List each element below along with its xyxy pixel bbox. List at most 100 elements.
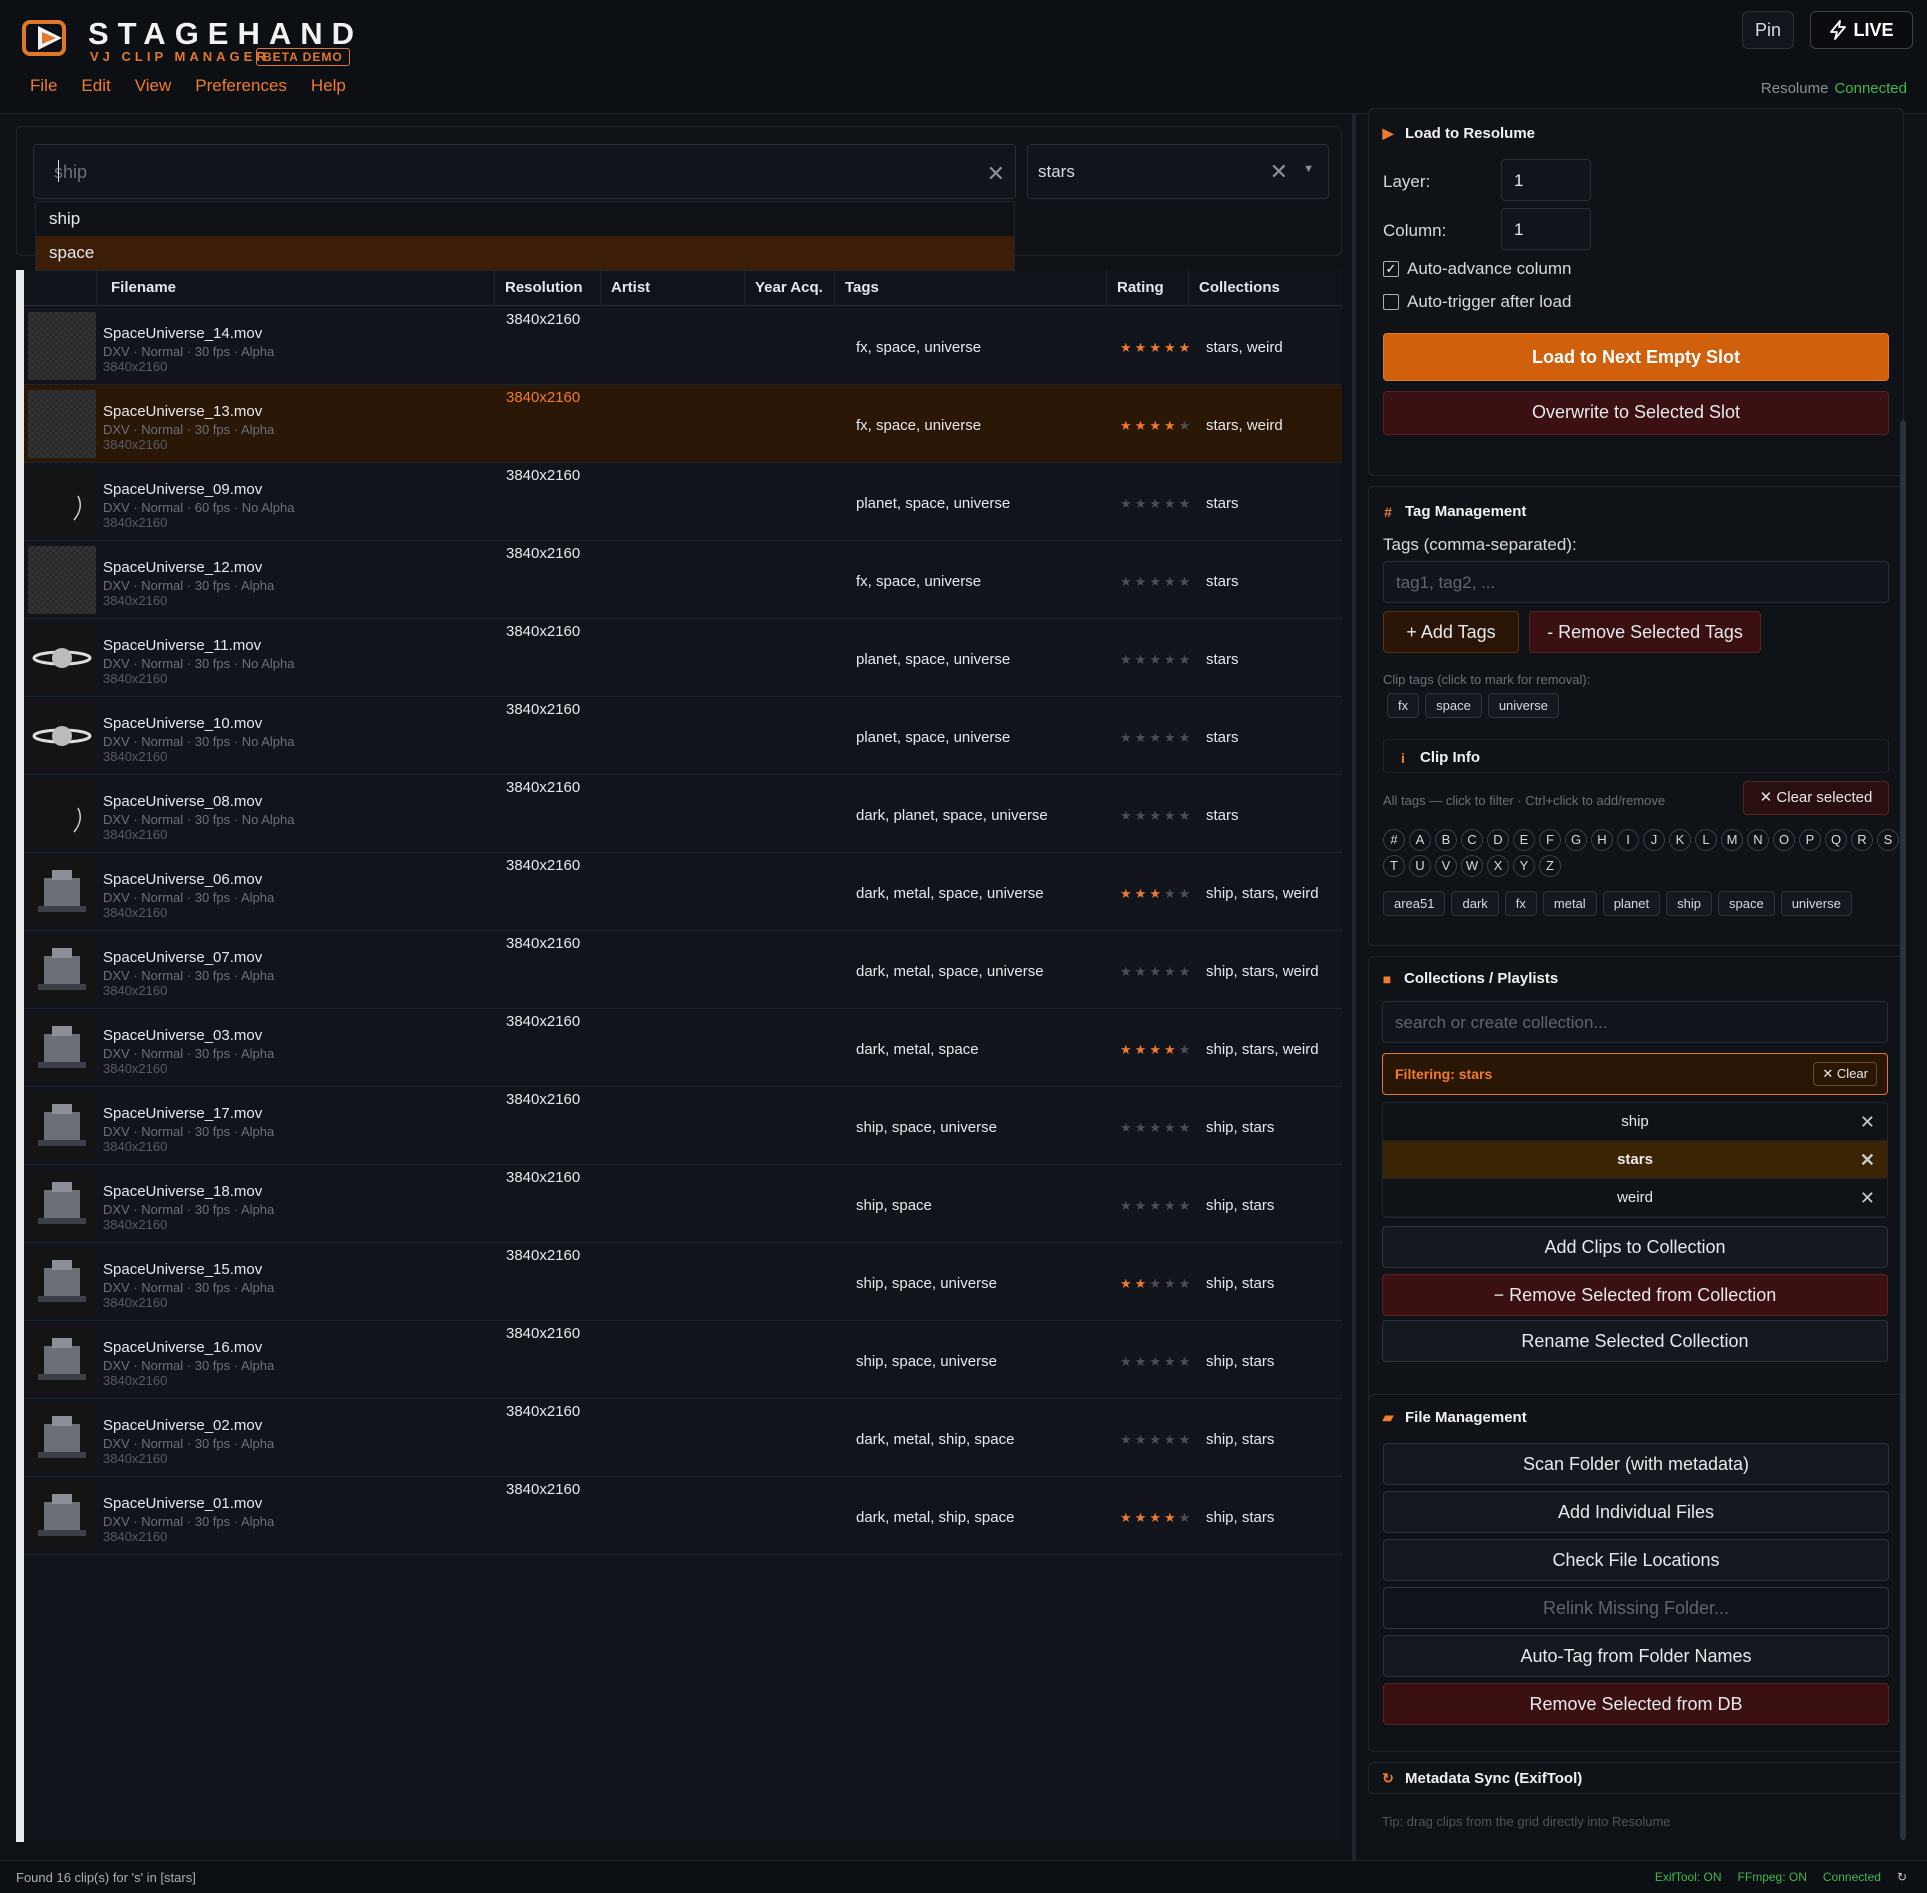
rating-star-icon[interactable]: ★ bbox=[1120, 1276, 1135, 1291]
rating-star-icon[interactable]: ★ bbox=[1164, 1198, 1179, 1213]
rating-star-icon[interactable]: ★ bbox=[1120, 574, 1135, 589]
rating-star-icon[interactable]: ★ bbox=[1149, 574, 1164, 589]
col-rating[interactable]: Rating bbox=[1106, 270, 1188, 306]
rating-star-icon[interactable]: ★ bbox=[1120, 1042, 1135, 1057]
table-row[interactable]: SpaceUniverse_09.mov DXV · Normal · 60 fp… bbox=[24, 463, 1342, 541]
tag-chip[interactable]: universe bbox=[1780, 891, 1852, 916]
table-row[interactable]: SpaceUniverse_02.mov DXV · Normal · 30 fp… bbox=[24, 1399, 1342, 1477]
rating-star-icon[interactable]: ★ bbox=[1164, 1432, 1179, 1447]
table-row[interactable]: SpaceUniverse_08.mov DXV · Normal · 30 fp… bbox=[24, 775, 1342, 853]
collection-search-input[interactable]: search or create collection... bbox=[1382, 1001, 1888, 1043]
rating-star-icon[interactable]: ★ bbox=[1164, 1042, 1179, 1057]
letter-filter-button[interactable]: I bbox=[1617, 829, 1639, 851]
layer-input[interactable]: 1 bbox=[1501, 159, 1591, 201]
rating-star-icon[interactable]: ★ bbox=[1135, 886, 1150, 901]
rename-collection-button[interactable]: Rename Selected Collection bbox=[1382, 1320, 1888, 1362]
table-row[interactable]: SpaceUniverse_18.mov DXV · Normal · 30 fp… bbox=[24, 1165, 1342, 1243]
tag-chip[interactable]: ship bbox=[1666, 891, 1712, 916]
letter-filter-button[interactable]: S bbox=[1877, 829, 1899, 851]
table-row[interactable]: SpaceUniverse_13.mov DXV · Normal · 30 fp… bbox=[24, 385, 1342, 463]
rating-star-icon[interactable]: ★ bbox=[1135, 1432, 1150, 1447]
letter-filter-button[interactable]: P bbox=[1799, 829, 1821, 851]
rating-star-icon[interactable]: ★ bbox=[1179, 1198, 1194, 1213]
letter-filter-button[interactable]: C bbox=[1461, 829, 1483, 851]
rating-star-icon[interactable]: ★ bbox=[1135, 652, 1150, 667]
rating-star-icon[interactable]: ★ bbox=[1149, 886, 1164, 901]
rating-star-icon[interactable]: ★ bbox=[1164, 1510, 1179, 1525]
letter-filter-button[interactable]: O bbox=[1773, 829, 1795, 851]
col-filename[interactable]: Filename bbox=[96, 270, 494, 306]
rating-star-icon[interactable]: ★ bbox=[1120, 340, 1135, 355]
suggestion-item[interactable]: ship bbox=[36, 202, 1014, 236]
table-row[interactable]: SpaceUniverse_01.mov DXV · Normal · 30 fp… bbox=[24, 1477, 1342, 1555]
tag-chip[interactable]: dark bbox=[1451, 891, 1499, 916]
rating-star-icon[interactable]: ★ bbox=[1120, 808, 1135, 823]
rating-star-icon[interactable]: ★ bbox=[1179, 1510, 1194, 1525]
auto-tag-button[interactable]: Auto-Tag from Folder Names bbox=[1383, 1635, 1889, 1677]
letter-filter-button[interactable]: K bbox=[1669, 829, 1691, 851]
rating-star-icon[interactable]: ★ bbox=[1149, 652, 1164, 667]
rating-star-icon[interactable]: ★ bbox=[1120, 1198, 1135, 1213]
refresh-icon[interactable]: ↻ bbox=[1897, 1870, 1907, 1884]
rating-star-icon[interactable]: ★ bbox=[1135, 1276, 1150, 1291]
table-row[interactable]: SpaceUniverse_17.mov DXV · Normal · 30 fp… bbox=[24, 1087, 1342, 1165]
col-year[interactable]: Year Acq. bbox=[744, 270, 834, 306]
letter-filter-button[interactable]: V bbox=[1435, 855, 1457, 877]
rating-star-icon[interactable]: ★ bbox=[1120, 1432, 1135, 1447]
rating-star-icon[interactable]: ★ bbox=[1149, 1042, 1164, 1057]
letter-filter-button[interactable]: X bbox=[1487, 855, 1509, 877]
metasync-panel[interactable]: ↻ Metadata Sync (ExifTool) bbox=[1368, 1762, 1904, 1794]
letter-filter-button[interactable]: H bbox=[1591, 829, 1613, 851]
table-row[interactable]: SpaceUniverse_11.mov DXV · Normal · 30 fp… bbox=[24, 619, 1342, 697]
rating-star-icon[interactable]: ★ bbox=[1149, 1510, 1164, 1525]
auto-advance-checkbox[interactable]: ✓ Auto-advance column bbox=[1383, 259, 1571, 279]
remove-from-collection-button[interactable]: − Remove Selected from Collection bbox=[1382, 1274, 1888, 1316]
col-artist[interactable]: Artist bbox=[600, 270, 744, 306]
rating-star-icon[interactable]: ★ bbox=[1120, 730, 1135, 745]
collection-item[interactable]: ship ✕ bbox=[1383, 1103, 1887, 1141]
clear-collection-icon[interactable]: ✕ bbox=[1270, 159, 1288, 185]
check-locations-button[interactable]: Check File Locations bbox=[1383, 1539, 1889, 1581]
tag-chip[interactable]: area51 bbox=[1383, 891, 1446, 916]
letter-filter-button[interactable]: L bbox=[1695, 829, 1717, 851]
rating-star-icon[interactable]: ★ bbox=[1164, 574, 1179, 589]
letter-filter-button[interactable]: T bbox=[1383, 855, 1405, 877]
side-scrollbar[interactable] bbox=[1900, 420, 1906, 1840]
rating-star-icon[interactable]: ★ bbox=[1135, 808, 1150, 823]
add-files-button[interactable]: Add Individual Files bbox=[1383, 1491, 1889, 1533]
rating-star-icon[interactable]: ★ bbox=[1179, 496, 1194, 511]
clip-tag-chip[interactable]: fx bbox=[1387, 693, 1420, 718]
rating-star-icon[interactable]: ★ bbox=[1135, 340, 1150, 355]
letter-filter-button[interactable]: W bbox=[1461, 855, 1483, 877]
rating-star-icon[interactable]: ★ bbox=[1164, 1120, 1179, 1135]
rating-star-icon[interactable]: ★ bbox=[1120, 886, 1135, 901]
rating-star-icon[interactable]: ★ bbox=[1135, 1120, 1150, 1135]
clear-filter-button[interactable]: ✕ Clear bbox=[1813, 1062, 1877, 1086]
rating-star-icon[interactable]: ★ bbox=[1135, 1198, 1150, 1213]
letter-filter-button[interactable]: F bbox=[1539, 829, 1561, 851]
search-input[interactable]: ship ✕ bbox=[33, 144, 1016, 199]
tags-input[interactable]: tag1, tag2, ... bbox=[1383, 561, 1889, 603]
rating-star-icon[interactable]: ★ bbox=[1149, 964, 1164, 979]
load-next-button[interactable]: Load to Next Empty Slot bbox=[1383, 333, 1889, 381]
rating-star-icon[interactable]: ★ bbox=[1179, 418, 1194, 433]
tag-chip[interactable]: fx bbox=[1504, 891, 1537, 916]
clear-selected-button[interactable]: ✕ Clear selected bbox=[1743, 781, 1889, 815]
suggestion-item[interactable]: space bbox=[36, 236, 1014, 270]
rating-star-icon[interactable]: ★ bbox=[1164, 418, 1179, 433]
col-tags[interactable]: Tags bbox=[834, 270, 1106, 306]
letter-filter-button[interactable]: Z bbox=[1539, 855, 1561, 877]
rating-star-icon[interactable]: ★ bbox=[1120, 418, 1135, 433]
table-row[interactable]: SpaceUniverse_06.mov DXV · Normal · 30 fp… bbox=[24, 853, 1342, 931]
rating-star-icon[interactable]: ★ bbox=[1179, 886, 1194, 901]
tag-chip[interactable]: space bbox=[1717, 891, 1775, 916]
rating-star-icon[interactable]: ★ bbox=[1164, 730, 1179, 745]
delete-collection-icon[interactable]: ✕ bbox=[1860, 1179, 1875, 1217]
rating-star-icon[interactable]: ★ bbox=[1135, 496, 1150, 511]
menu-file[interactable]: File bbox=[30, 76, 57, 96]
rating-star-icon[interactable]: ★ bbox=[1179, 1432, 1194, 1447]
delete-collection-icon[interactable]: ✕ bbox=[1860, 1141, 1875, 1179]
overwrite-button[interactable]: Overwrite to Selected Slot bbox=[1383, 391, 1889, 435]
rating-star-icon[interactable]: ★ bbox=[1164, 964, 1179, 979]
menu-edit[interactable]: Edit bbox=[81, 76, 110, 96]
